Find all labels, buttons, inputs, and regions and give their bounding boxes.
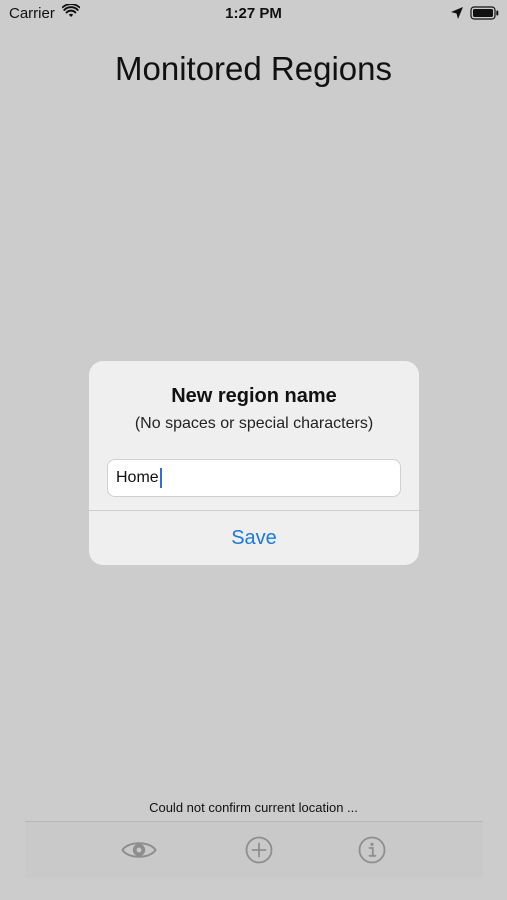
- alert-message: (No spaces or special characters): [134, 415, 374, 432]
- clock-time: 1:27 PM: [225, 5, 282, 22]
- bottom-toolbar: [25, 822, 483, 878]
- region-name-input-value: Home: [116, 469, 159, 486]
- battery-icon: [470, 6, 500, 20]
- text-caret: [159, 468, 162, 488]
- app-screen: Carrier 1:27 PM Monitored Regions New re…: [0, 0, 507, 900]
- eye-icon[interactable]: [121, 834, 157, 866]
- info-icon[interactable]: [354, 834, 390, 866]
- status-bar: Carrier 1:27 PM: [0, 0, 507, 28]
- alert-title: New region name: [171, 385, 337, 407]
- region-name-alert: New region name (No spaces or special ch…: [89, 361, 419, 565]
- page-title: Monitored Regions: [115, 50, 392, 87]
- save-button[interactable]: Save: [89, 511, 419, 565]
- region-name-input[interactable]: Home: [107, 459, 401, 497]
- location-status-message: Could not confirm current location ...: [149, 800, 358, 815]
- add-circle-icon[interactable]: [241, 834, 277, 866]
- location-arrow-icon: [450, 6, 464, 20]
